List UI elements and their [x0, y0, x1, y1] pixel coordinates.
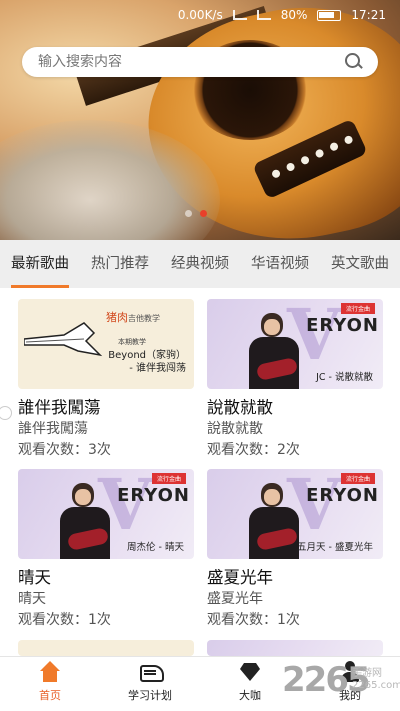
nav-experts[interactable]: 大咖 — [200, 657, 300, 711]
nav-profile[interactable]: 我的 — [300, 657, 400, 711]
video-thumbnail[interactable]: V 流行金曲 ERYON JC - 说散就散 — [207, 299, 383, 389]
tab-english-songs[interactable]: 英文歌曲 — [320, 240, 400, 288]
video-subtitle: 盛夏光年 — [207, 591, 263, 607]
tab-hot-picks[interactable]: 热门推荐 — [80, 240, 160, 288]
thumb-logo: ERYON — [306, 315, 379, 336]
bottom-nav: 首页 学习计划 大咖 我的 — [0, 656, 400, 711]
thumb-brand: 猪肉吉他教学 — [106, 311, 160, 324]
diamond-icon — [238, 661, 262, 683]
banner-pagination — [185, 210, 207, 217]
battery-icon — [317, 9, 342, 21]
category-tabs: 最新歌曲 热门推荐 经典视频 华语视频 英文歌曲 — [0, 240, 400, 288]
video-views: 观看次数：1次 — [18, 612, 111, 628]
video-card-partial[interactable] — [18, 640, 194, 656]
video-card-partial[interactable] — [207, 640, 383, 656]
thumb-logo: ERYON — [306, 485, 379, 506]
performer-image — [245, 309, 305, 389]
video-title[interactable]: 盛夏光年 — [207, 567, 383, 589]
app-screen: 0.00K/s 80% 17:21 最新歌曲 热门推荐 经典视频 华语视频 英文… — [0, 0, 400, 711]
video-thumbnail[interactable]: V 流行金曲 ERYON 周杰伦 - 晴天 — [18, 469, 194, 559]
video-thumbnail[interactable]: V 流行金曲 ERYON 五月天 - 盛夏光年 — [207, 469, 383, 559]
performer-image — [245, 479, 305, 559]
status-bar: 0.00K/s 80% 17:21 — [0, 0, 400, 30]
study-plan-icon — [138, 661, 164, 683]
performer-image — [56, 479, 116, 559]
video-views: 观看次数：3次 — [18, 442, 111, 458]
nav-profile-label: 我的 — [339, 689, 361, 702]
profile-icon — [338, 661, 362, 683]
video-title[interactable]: 晴天 — [18, 567, 194, 589]
signal-icon — [256, 10, 271, 20]
search-bar[interactable] — [22, 47, 378, 77]
wifi-icon — [232, 10, 247, 20]
thumb-caption: JC - 说散就散 — [316, 372, 373, 383]
nav-experts-label: 大咖 — [239, 689, 261, 702]
video-views: 观看次数：1次 — [207, 612, 300, 628]
video-subtitle: 晴天 — [18, 591, 46, 607]
video-subtitle: 誰伴我闖蕩 — [18, 421, 88, 437]
tab-chinese-videos[interactable]: 华语视频 — [240, 240, 320, 288]
video-card[interactable]: V 流行金曲 ERYON 周杰伦 - 晴天 晴天 晴天 观看次数：1次 — [18, 469, 194, 631]
video-card[interactable]: V 流行金曲 ERYON 五月天 - 盛夏光年 盛夏光年 盛夏光年 观看次数：1… — [207, 469, 383, 631]
video-views: 观看次数：2次 — [207, 442, 300, 458]
video-subtitle: 說散就散 — [207, 421, 263, 437]
video-thumbnail[interactable]: 猪肉吉他教学 本期教学 Beyond（家驹） - 谁伴我闯荡 — [18, 299, 194, 389]
search-input[interactable] — [38, 54, 344, 70]
thumb-logo: ERYON — [117, 485, 190, 506]
thumb-caption: 五月天 - 盛夏光年 — [297, 542, 373, 553]
battery-percent: 80% — [280, 8, 308, 22]
clock: 17:21 — [351, 8, 386, 22]
thumb-caption: Beyond（家驹） - 谁伴我闯荡 — [108, 350, 186, 374]
search-icon[interactable] — [344, 52, 364, 72]
video-card[interactable]: 猪肉吉他教学 本期教学 Beyond（家驹） - 谁伴我闯荡 誰伴我闖蕩 誰伴我… — [18, 299, 194, 461]
banner-dot[interactable] — [185, 210, 192, 217]
video-title[interactable]: 說散就散 — [207, 397, 383, 419]
nav-study-plan[interactable]: 学习计划 — [100, 657, 200, 711]
thumb-caption: 周杰伦 - 晴天 — [127, 542, 184, 553]
video-thumbnail[interactable] — [18, 640, 194, 656]
video-title[interactable]: 誰伴我闖蕩 — [18, 397, 194, 419]
banner-dot-active[interactable] — [200, 210, 207, 217]
video-thumbnail[interactable] — [207, 640, 383, 656]
tab-latest-songs[interactable]: 最新歌曲 — [0, 240, 80, 288]
video-card[interactable]: V 流行金曲 ERYON JC - 说散就散 說散就散 說散就散 观看次数：2次 — [207, 299, 383, 461]
home-icon — [38, 661, 62, 683]
thumb-small-label: 本期教学 — [118, 338, 146, 346]
thumb-tag: 流行金曲 — [151, 473, 186, 484]
nav-study-plan-label: 学习计划 — [128, 689, 172, 702]
net-speed: 0.00K/s — [177, 8, 223, 22]
thumb-tag: 流行金曲 — [340, 473, 375, 484]
hero-banner[interactable]: 0.00K/s 80% 17:21 — [0, 0, 400, 240]
tab-classic-videos[interactable]: 经典视频 — [160, 240, 240, 288]
thumb-tag: 流行金曲 — [340, 303, 375, 314]
nav-home[interactable]: 首页 — [0, 657, 100, 711]
drawer-handle[interactable] — [0, 406, 12, 420]
nav-home-label: 首页 — [39, 689, 61, 702]
